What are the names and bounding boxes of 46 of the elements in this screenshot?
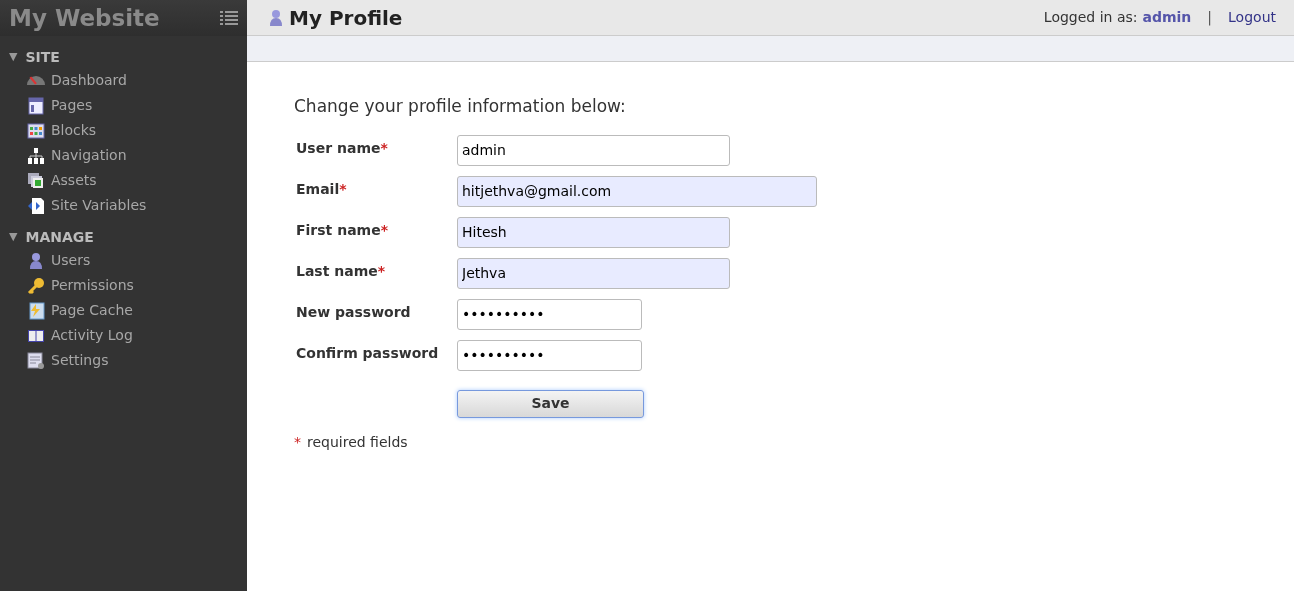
grid-icon <box>27 121 45 140</box>
save-button[interactable]: Save <box>457 389 644 418</box>
required-note: * required fields <box>294 432 409 452</box>
field-label: First name* <box>296 220 389 240</box>
menu-icon[interactable] <box>220 11 238 25</box>
nav-item[interactable]: Activity Log <box>0 323 247 348</box>
separator: | <box>1207 8 1213 28</box>
user-icon <box>267 8 285 27</box>
nav-item[interactable]: Assets <box>0 168 247 193</box>
text-field[interactable]: hitjethva@gmail.com <box>457 175 817 207</box>
page-icon <box>27 96 45 115</box>
settings-icon <box>27 351 45 370</box>
nav-item[interactable]: Site Variables <box>0 193 247 218</box>
logged-in-label: Logged in as: <box>1043 8 1138 27</box>
field-label: New password <box>296 302 412 322</box>
user-icon <box>27 251 45 270</box>
nav-item[interactable]: Page Cache <box>0 298 247 323</box>
gauge-icon <box>27 76 45 85</box>
field-label: Last name* <box>296 261 387 281</box>
text-field[interactable]: admin <box>457 134 730 166</box>
images-icon <box>27 171 45 190</box>
nav-item[interactable]: Settings <box>0 348 247 373</box>
nav-item[interactable]: Permissions <box>0 273 247 298</box>
page-lightning-icon <box>27 301 45 320</box>
document-arrows-icon <box>27 196 45 215</box>
form-intro: Change your profile information below: <box>294 95 627 118</box>
text-field[interactable]: •••••••••• <box>457 298 642 330</box>
field-label: User name* <box>296 138 389 158</box>
username-link[interactable]: admin <box>1142 7 1192 28</box>
field-label: Email* <box>296 179 348 199</box>
nav-item[interactable]: Pages <box>0 93 247 118</box>
sitemap-icon <box>27 146 45 165</box>
text-field[interactable]: Jethva <box>457 257 730 289</box>
nav-item[interactable]: Blocks <box>0 118 247 143</box>
text-field[interactable]: •••••••••• <box>457 339 642 371</box>
field-label: Confirm password <box>296 343 440 363</box>
nav-item[interactable]: Dashboard <box>0 68 247 93</box>
text-field[interactable]: Hitesh <box>457 216 730 248</box>
key-icon <box>27 276 45 295</box>
nav-item[interactable]: Users <box>0 248 247 273</box>
page-title: My Profile <box>289 4 403 32</box>
section-header[interactable]: ▼ MANAGE <box>0 226 247 248</box>
nav-item[interactable]: Navigation <box>0 143 247 168</box>
logout-link[interactable]: Logout <box>1228 7 1276 28</box>
site-title: My Website <box>9 3 160 33</box>
section-header[interactable]: ▼ SITE <box>0 46 247 68</box>
